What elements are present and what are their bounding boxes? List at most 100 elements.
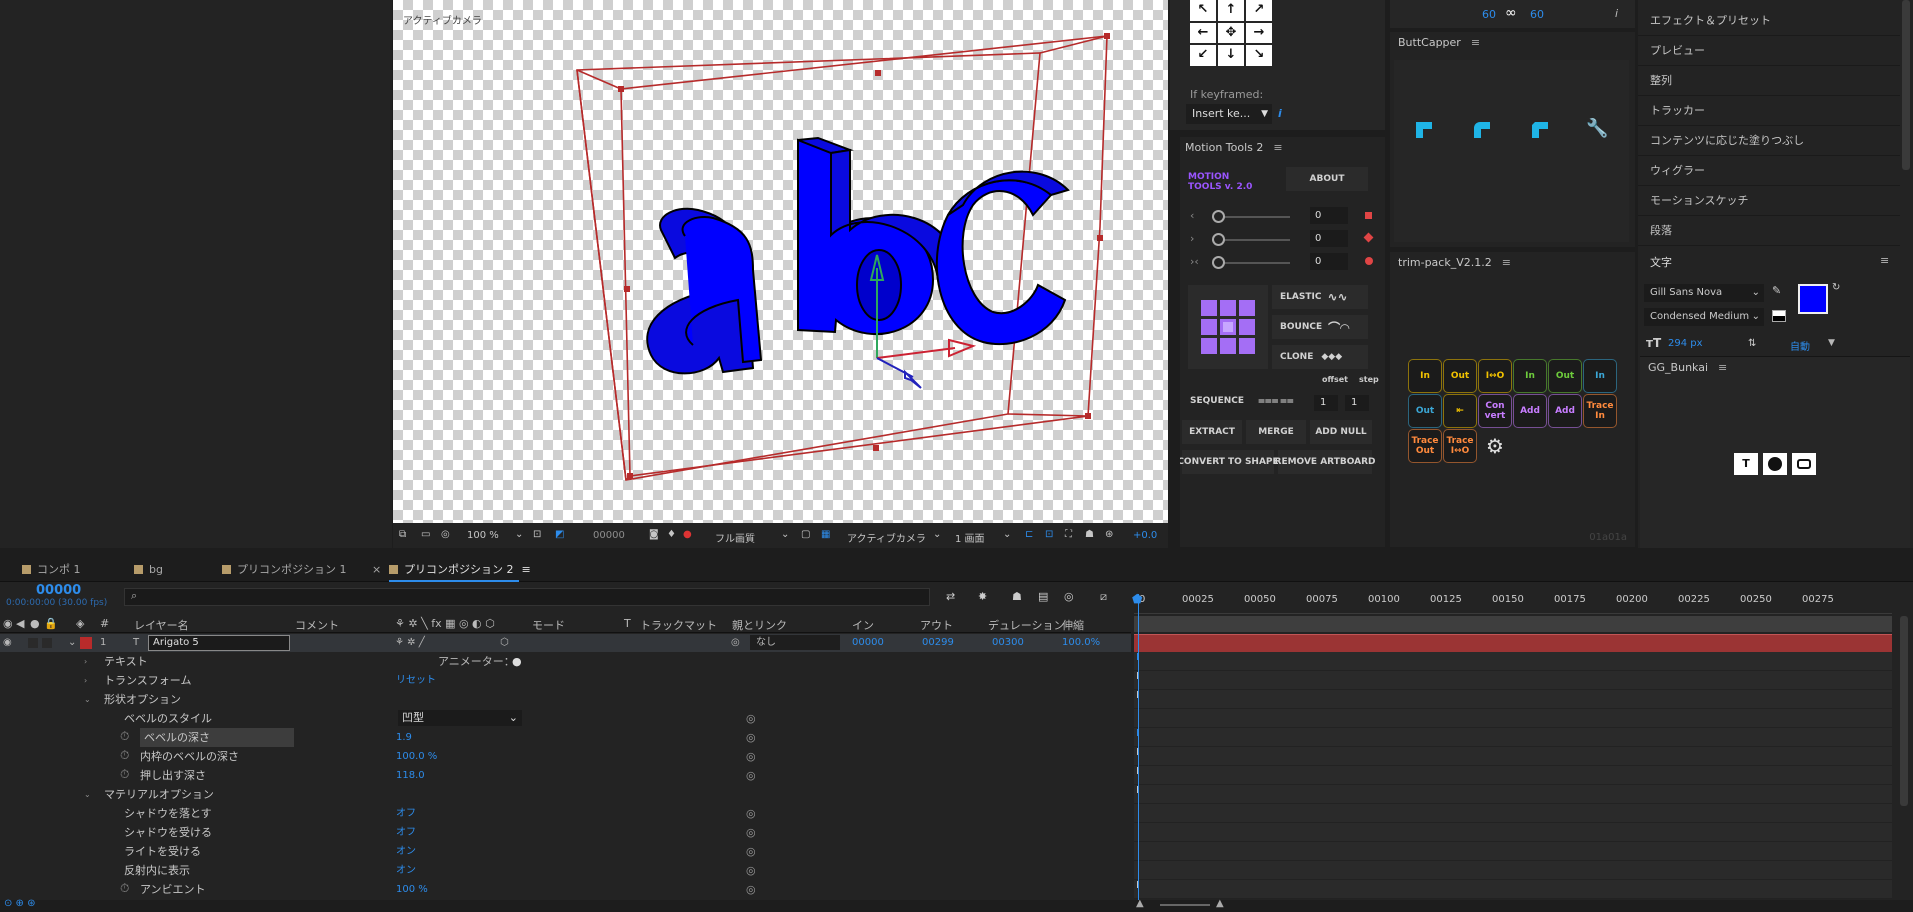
header-parent[interactable]: 親とリンク <box>732 617 787 633</box>
arrow-down-left-icon[interactable]: ↙ <box>1190 45 1216 66</box>
expression-pickwhip-icon[interactable]: ◎ <box>746 842 756 861</box>
flowchart-icon[interactable]: ⛶ <box>1065 529 1072 540</box>
list-item-motion-sketch[interactable]: モーションスケッチ <box>1638 186 1900 216</box>
tab-comp-1[interactable]: コンポ 1 <box>22 560 81 580</box>
header-in[interactable]: イン <box>852 617 874 633</box>
draft-3d-icon[interactable]: ☗ <box>1085 529 1094 540</box>
font-size-value[interactable]: 294 px <box>1668 338 1703 349</box>
trim-button-2[interactable]: Out <box>1443 359 1477 393</box>
lock-icon[interactable]: 🔒 <box>44 617 58 630</box>
property-row[interactable]: シャドウを受ける オフ ◎ <box>0 823 1131 842</box>
3d-view-icon[interactable]: ⊡ <box>1045 529 1053 540</box>
property-track[interactable]: I <box>1134 652 1892 671</box>
trim-button-12[interactable]: Trace In <box>1583 394 1617 428</box>
zoom-out-icon[interactable]: ▲ <box>1136 898 1144 909</box>
property-track[interactable] <box>1134 823 1892 842</box>
collapse-chevron-icon[interactable]: ⌄ <box>84 785 91 804</box>
expression-pickwhip-icon[interactable]: ◎ <box>746 709 756 728</box>
layer-color-swatch[interactable] <box>80 637 92 649</box>
audio-icon[interactable]: ◀ <box>16 617 24 630</box>
slider-handle[interactable] <box>1212 210 1225 223</box>
3d-layer-icon[interactable]: ⬡ <box>500 634 509 652</box>
toggle-transparency-icon[interactable]: ◩ <box>555 529 564 540</box>
property-row[interactable]: 反射内に表示 オン ◎ <box>0 861 1131 880</box>
list-item-effects-presets[interactable]: エフェクト＆プリセット <box>1638 6 1900 36</box>
value-left[interactable]: 60 <box>1482 8 1496 21</box>
slider-value[interactable]: 0 <box>1310 253 1348 270</box>
search-input[interactable]: ⌕ <box>124 588 930 606</box>
resolution-dropdown[interactable]: フル画質 <box>715 530 755 545</box>
region-icon[interactable]: ⊡ <box>533 529 541 540</box>
property-value[interactable]: 1.9 <box>396 728 412 747</box>
about-button[interactable]: ABOUT <box>1286 167 1368 191</box>
header-mode[interactable]: モード <box>532 617 565 633</box>
remove-artboard-button[interactable]: REMOVE ARTBOARD <box>1275 450 1375 474</box>
property-track[interactable]: I <box>1134 747 1892 766</box>
property-row[interactable]: ベベルのスタイル 凹型 ⌄ ◎ <box>0 709 1131 728</box>
tab-bg[interactable]: bg <box>134 560 163 580</box>
property-row[interactable]: › トランスフォーム リセット <box>0 671 1131 690</box>
chevron-down-icon[interactable]: ⌄ <box>933 529 941 540</box>
stopwatch-icon[interactable]: ⏱ <box>120 765 129 784</box>
property-track[interactable]: I <box>1134 671 1892 690</box>
panel-menu-icon[interactable]: ≡ <box>1471 36 1480 49</box>
property-row[interactable]: › テキスト アニメーター： ● <box>0 652 1131 671</box>
reset-exposure-icon[interactable]: ⊛ <box>1105 529 1113 540</box>
property-row[interactable]: ライトを受ける オン ◎ <box>0 842 1131 861</box>
collapse-chevron-icon[interactable]: ⌄ <box>84 690 91 709</box>
list-item-tracker[interactable]: トラッカー <box>1638 96 1900 126</box>
shy-layers-icon[interactable]: ☗ <box>1012 590 1022 603</box>
property-track[interactable] <box>1134 861 1892 880</box>
eyedropper-icon[interactable]: ✎ <box>1772 284 1781 297</box>
viewer-canvas[interactable]: アクティブカメラ <box>393 0 1168 523</box>
property-value[interactable]: 100 % <box>396 880 428 899</box>
arrow-up-left-icon[interactable]: ↖ <box>1190 0 1216 21</box>
chevron-down-icon[interactable]: ⌄ <box>1003 529 1011 540</box>
expression-pickwhip-icon[interactable]: ◎ <box>746 766 756 785</box>
tab-precomp-2[interactable]: プリコンポジション 2 ≡ <box>389 560 531 580</box>
font-style-dropdown[interactable]: Condensed Medium ⌄ <box>1644 308 1764 326</box>
playhead-line[interactable] <box>1138 594 1139 904</box>
property-track[interactable] <box>1134 804 1892 823</box>
camera-dropdown[interactable]: アクティブカメラ <box>847 530 926 545</box>
trim-button-6[interactable]: In <box>1583 359 1617 393</box>
frame-blending-icon[interactable]: ▤ <box>1038 590 1048 603</box>
panel-menu-icon[interactable]: ≡ <box>1880 254 1889 267</box>
timeline-scrollbar[interactable] <box>1900 616 1908 806</box>
list-item-align[interactable]: 整列 <box>1638 66 1900 96</box>
playhead-handle-icon[interactable]: ⬟ <box>1132 592 1142 606</box>
expand-chevron-icon[interactable]: › <box>84 652 87 671</box>
monitor-icon[interactable]: ▭ <box>421 529 430 540</box>
anchor-point-grid[interactable] <box>1188 285 1268 369</box>
keyframe-diamond-icon[interactable] <box>1363 232 1374 243</box>
clone-button[interactable]: CLONE ◆◆◆ <box>1272 345 1368 369</box>
property-value[interactable]: 100.0 % <box>396 747 437 766</box>
property-value[interactable]: リセット <box>396 671 436 690</box>
arrow-up-right-icon[interactable]: ↗ <box>1246 0 1272 21</box>
trim-button-5[interactable]: Out <box>1548 359 1582 393</box>
exposure-value[interactable]: +0.0 <box>1133 530 1157 541</box>
expand-chevron-icon[interactable]: › <box>84 671 87 690</box>
convert-to-shape-button[interactable]: CONVERT TO SHAPE <box>1180 450 1279 474</box>
property-row[interactable]: ⏱ アンビエント 100 % ◎ <box>0 880 1131 899</box>
channel-icon[interactable]: ● <box>683 529 692 540</box>
draft-3d-icon[interactable]: ✸ <box>978 590 987 603</box>
property-track[interactable] <box>1134 709 1892 728</box>
trim-button-9[interactable]: Con vert <box>1478 394 1512 428</box>
show-snapshot-icon[interactable]: ♦ <box>667 529 676 540</box>
trim-button-10[interactable]: Add <box>1513 394 1547 428</box>
layer-in[interactable]: 00000 <box>852 634 884 652</box>
trim-button-11[interactable]: Add <box>1548 394 1582 428</box>
no-fill-icon[interactable] <box>1772 310 1786 322</box>
property-value[interactable]: 118.0 <box>396 766 425 785</box>
expression-pickwhip-icon[interactable]: ◎ <box>746 861 756 880</box>
timecode-display[interactable]: 00000 <box>593 530 625 541</box>
trim-button-8[interactable]: ⇤ <box>1443 394 1477 428</box>
roi-icon[interactable]: ▢ <box>801 529 810 540</box>
property-track[interactable]: I <box>1134 690 1892 709</box>
trim-button-4[interactable]: In <box>1513 359 1547 393</box>
property-track[interactable] <box>1134 842 1892 861</box>
play-circle-icon[interactable]: ● <box>512 652 522 671</box>
link-icon[interactable]: ∞ <box>1505 5 1517 21</box>
tab-precomp-1[interactable]: プリコンポジション 1 <box>222 560 347 580</box>
